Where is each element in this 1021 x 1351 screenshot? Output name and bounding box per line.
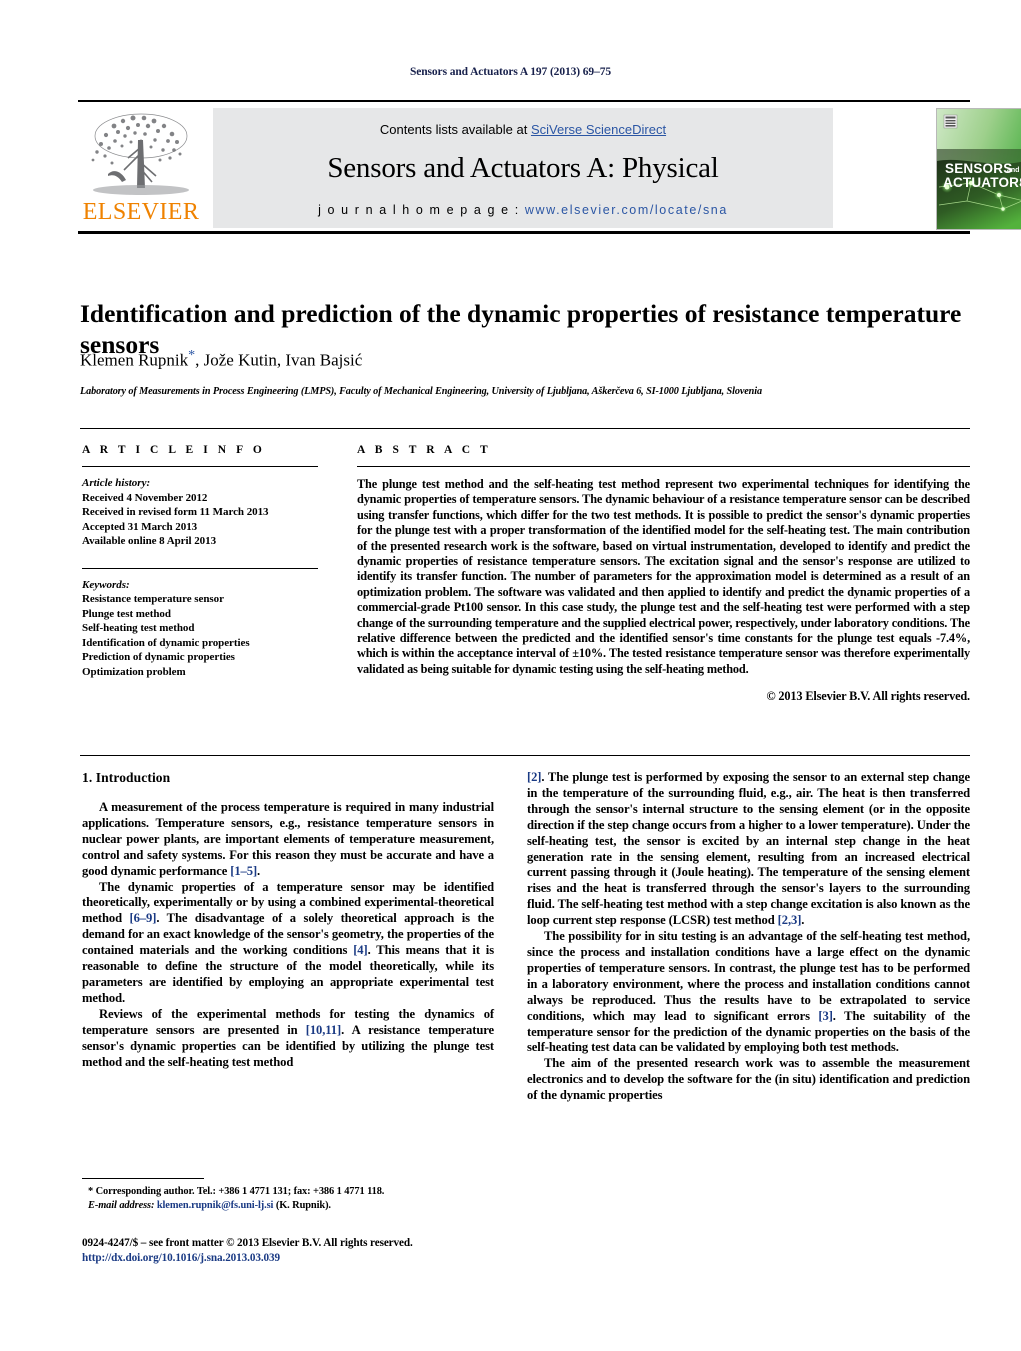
- paragraph: [2]. The plunge test is performed by exp…: [527, 770, 970, 928]
- journal-homepage-line: j o u r n a l h o m e p a g e : www.else…: [213, 203, 833, 217]
- keyword-item: Optimization problem: [82, 665, 186, 678]
- masthead-bottom-rule: [78, 231, 970, 234]
- issn-copyright-line: 0924-4247/$ – see front matter © 2013 El…: [82, 1237, 413, 1249]
- author-first: Klemen Rupnik: [80, 350, 189, 370]
- svg-text:SENSORS: SENSORS: [945, 161, 1012, 176]
- contents-list-line: Contents lists available at SciVerse Sci…: [213, 122, 833, 137]
- article-info-column: A R T I C L E I N F O Article history: R…: [82, 444, 318, 679]
- imprint-block: 0924-4247/$ – see front matter © 2013 El…: [82, 1236, 552, 1265]
- keywords-rule: [82, 567, 318, 569]
- email-owner: (K. Rupnik).: [275, 1200, 331, 1211]
- journal-panel: Contents lists available at SciVerse Sci…: [213, 108, 833, 228]
- article-info-rule: [82, 466, 318, 467]
- article-history-heading: Article history:: [82, 477, 151, 489]
- elsevier-logo: ELSEVIER: [78, 108, 204, 228]
- homepage-label: j o u r n a l h o m e p a g e :: [318, 203, 520, 217]
- footnote-rule: [82, 1178, 204, 1179]
- paragraph: The dynamic properties of a temperature …: [82, 879, 494, 1005]
- author-rest: , Jože Kutin, Ivan Bajsić: [195, 350, 363, 370]
- journal-masthead: ELSEVIER Contents lists available at Sci…: [78, 100, 1021, 234]
- article-history-item: Received 4 November 2012: [82, 491, 208, 504]
- article-info-label: A R T I C L E I N F O: [82, 444, 266, 456]
- author-list: Klemen Rupnik*, Jože Kutin, Ivan Bajsić: [80, 348, 970, 371]
- journal-cover-thumbnail: SENSORS and ACTUATORS A Physical: [936, 108, 1021, 230]
- author-affiliation: Laboratory of Measurements in Process En…: [80, 386, 762, 397]
- corresponding-author-note: * Corresponding author. Tel.: +386 1 477…: [88, 1186, 385, 1197]
- elsevier-wordmark: ELSEVIER: [82, 199, 200, 225]
- journal-cover-artwork: SENSORS and ACTUATORS A Physical: [937, 109, 1021, 229]
- keyword-item: Prediction of dynamic properties: [82, 651, 235, 663]
- abstract-column: A B S T R A C T The plunge test method a…: [357, 444, 970, 704]
- running-head: Sensors and Actuators A 197 (2013) 69–75: [409, 66, 612, 78]
- masthead-top-rule: [78, 100, 970, 102]
- info-block-top-rule: [80, 428, 970, 429]
- journal-homepage-link[interactable]: www.elsevier.com/locate/sna: [525, 203, 728, 217]
- doi-link[interactable]: http://dx.doi.org/10.1016/j.sna.2013.03.…: [82, 1251, 552, 1266]
- abstract-label: A B S T R A C T: [357, 444, 492, 456]
- abstract-text: The plunge test method and the self-heat…: [357, 477, 970, 676]
- copyright-line: © 2013 Elsevier B.V. All rights reserved…: [766, 689, 970, 704]
- svg-text:and: and: [1007, 167, 1019, 174]
- keyword-item: Identification of dynamic properties: [82, 636, 250, 649]
- paragraph: The aim of the presented research work w…: [527, 1056, 970, 1103]
- paragraph: The possibility for in situ testing is a…: [527, 929, 970, 1055]
- section-heading-introduction: 1. Introduction: [82, 770, 171, 785]
- journal-title: Sensors and Actuators A: Physical: [327, 152, 719, 184]
- article-history-item: Received in revised form 11 March 2013: [82, 506, 269, 518]
- footnote-block: * Corresponding author. Tel.: +386 1 477…: [82, 1185, 494, 1213]
- keyword-item: Self-heating test method: [82, 622, 195, 634]
- paragraph: A measurement of the process temperature…: [82, 800, 494, 878]
- sciencedirect-link[interactable]: SciVerse ScienceDirect: [531, 122, 666, 137]
- keyword-item: Resistance temperature sensor: [82, 593, 224, 605]
- info-block-bottom-rule: [80, 755, 970, 756]
- body-column-left: 1. Introduction A measurement of the pro…: [82, 770, 494, 1070]
- article-history-item: Available online 8 April 2013: [82, 535, 217, 547]
- svg-text:ACTUATORS: ACTUATORS: [943, 175, 1021, 190]
- abstract-rule: [357, 466, 970, 467]
- keywords-heading: Keywords:: [82, 578, 130, 591]
- article-history-item: Accepted 31 March 2013: [82, 520, 198, 533]
- author-email-link[interactable]: klemen.rupnik@fs.uni-lj.si: [157, 1200, 274, 1211]
- paragraph: Reviews of the experimental methods for …: [82, 1006, 494, 1069]
- elsevier-tree-icon: [91, 113, 189, 195]
- email-label: E-mail address:: [88, 1200, 155, 1211]
- body-column-right: [2]. The plunge test is performed by exp…: [527, 770, 970, 1104]
- keyword-item: Plunge test method: [82, 607, 171, 620]
- paper-page: Sensors and Actuators A 197 (2013) 69–75: [0, 0, 1021, 1351]
- contents-prefix: Contents lists available at: [379, 122, 531, 137]
